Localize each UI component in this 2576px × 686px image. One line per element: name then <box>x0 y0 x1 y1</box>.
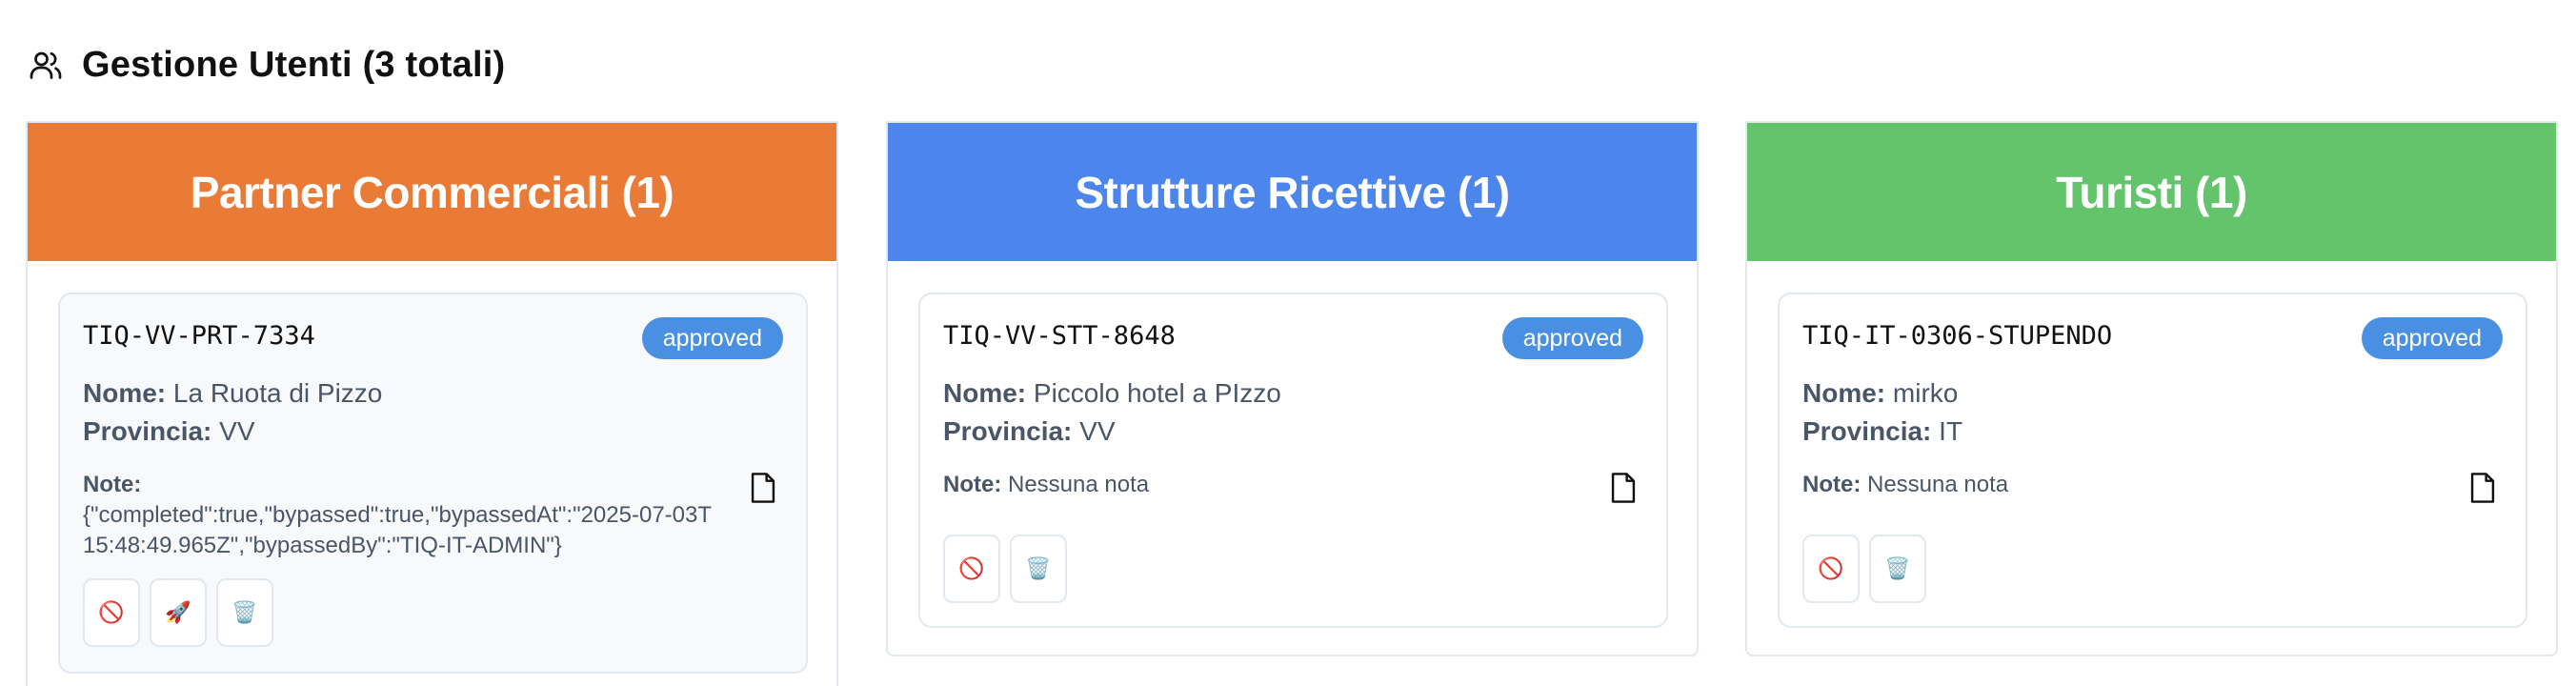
provincia-label: Provincia: <box>943 416 1073 446</box>
note-field: Note: Nessuna nota <box>943 470 1572 500</box>
nome-label: Nome: <box>943 378 1027 408</box>
users-icon <box>27 46 65 84</box>
provincia-value: VV <box>1079 416 1116 446</box>
nome-value: La Ruota di Pizzo <box>172 378 383 408</box>
user-card: TIQ-VV-STT-8648 approved Nome: Piccolo h… <box>918 293 1668 628</box>
note-label: Note: <box>1802 472 1862 497</box>
status-badge: approved <box>1501 317 1643 359</box>
nome-field: Nome: Piccolo hotel a PIzzo <box>943 378 1281 409</box>
column-header: Turisti (1) <box>1747 123 2556 261</box>
note-value: Nessuna nota <box>1008 472 1150 497</box>
note-field: Note: {"completed":true,"bypassed":true,"… <box>83 470 712 561</box>
note-value: Nessuna nota <box>1867 472 2009 497</box>
note-value: {"completed":true,"bypassed":true,"bypas… <box>83 502 713 558</box>
provincia-value: IT <box>1939 416 1963 446</box>
status-badge: approved <box>2361 317 2503 359</box>
user-card: TIQ-IT-0306-STUPENDO approved Nome: mirk… <box>1778 293 2527 628</box>
document-icon[interactable] <box>1609 472 1638 504</box>
card-actions: 🚫 🗑️ <box>1802 535 1926 603</box>
provincia-field: Provincia: VV <box>943 416 1116 447</box>
delete-button[interactable]: 🗑️ <box>216 578 273 647</box>
user-code: TIQ-VV-STT-8648 <box>943 321 1176 351</box>
provincia-label: Provincia: <box>1802 416 1932 446</box>
user-code: TIQ-VV-PRT-7334 <box>83 321 315 351</box>
column-turisti: Turisti (1) TIQ-IT-0306-STUPENDO approve… <box>1745 121 2558 656</box>
column-partner-commerciali: Partner Commerciali (1) TIQ-VV-PRT-7334 … <box>26 121 838 686</box>
document-icon[interactable] <box>2468 472 2497 504</box>
provincia-field: Provincia: VV <box>83 416 255 447</box>
nome-label: Nome: <box>1802 378 1886 408</box>
status-badge: approved <box>641 317 783 359</box>
provincia-field: Provincia: IT <box>1802 416 1962 447</box>
user-code: TIQ-IT-0306-STUPENDO <box>1802 321 2113 351</box>
column-header: Strutture Ricettive (1) <box>888 123 1697 261</box>
page-title: Gestione Utenti (3 totali) <box>82 44 506 85</box>
document-icon[interactable] <box>749 472 777 504</box>
rocket-button[interactable]: 🚀 <box>150 578 207 647</box>
block-button[interactable]: 🚫 <box>943 535 1000 603</box>
note-label: Note: <box>83 472 142 497</box>
column-header: Partner Commerciali (1) <box>28 123 836 261</box>
delete-button[interactable]: 🗑️ <box>1010 535 1067 603</box>
page-header: Gestione Utenti (3 totali) <box>27 38 505 91</box>
block-button[interactable]: 🚫 <box>83 578 140 647</box>
provincia-label: Provincia: <box>83 416 212 446</box>
user-card: TIQ-VV-PRT-7334 approved Nome: La Ruota … <box>58 293 808 674</box>
block-button[interactable]: 🚫 <box>1802 535 1860 603</box>
column-strutture-ricettive: Strutture Ricettive (1) TIQ-VV-STT-8648 … <box>886 121 1699 656</box>
delete-button[interactable]: 🗑️ <box>1869 535 1926 603</box>
card-actions: 🚫 🗑️ <box>943 535 1067 603</box>
nome-label: Nome: <box>83 378 167 408</box>
nome-field: Nome: La Ruota di Pizzo <box>83 378 382 409</box>
card-actions: 🚫 🚀 🗑️ <box>83 578 273 647</box>
nome-field: Nome: mirko <box>1802 378 1958 409</box>
nome-value: mirko <box>1892 378 1959 408</box>
note-label: Note: <box>943 472 1002 497</box>
provincia-value: VV <box>219 416 255 446</box>
note-field: Note: Nessuna nota <box>1802 470 2431 500</box>
nome-value: Piccolo hotel a PIzzo <box>1033 378 1281 408</box>
